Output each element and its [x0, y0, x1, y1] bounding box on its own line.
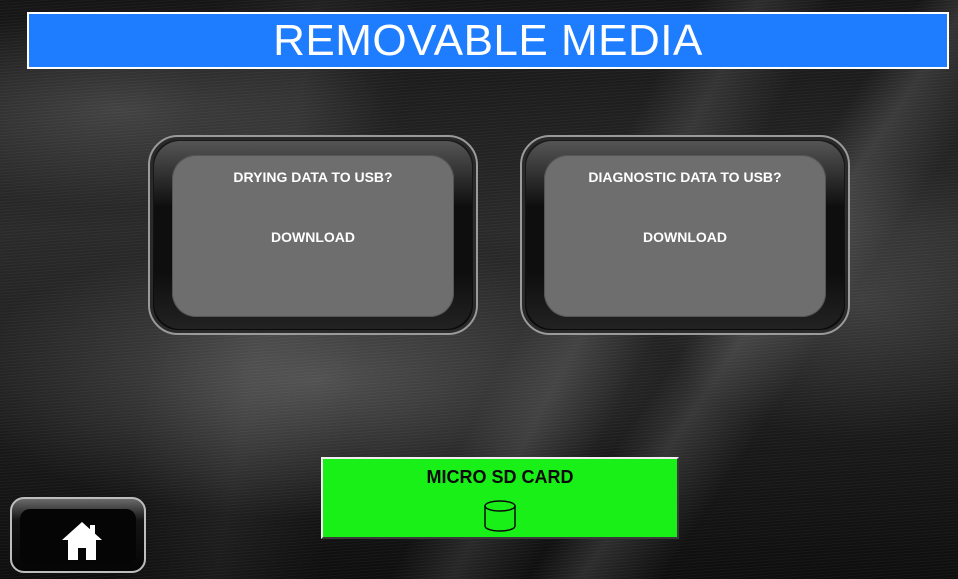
page-title: REMOVABLE MEDIA — [273, 15, 703, 65]
micro-sd-card-button[interactable]: MICRO SD CARD — [321, 457, 679, 539]
drying-data-download-label: DOWNLOAD — [271, 229, 355, 245]
database-icon — [484, 500, 516, 532]
diagnostic-data-button[interactable]: DIAGNOSTIC DATA TO USB? DOWNLOAD — [544, 155, 826, 317]
drying-data-panel[interactable]: DRYING DATA TO USB? DOWNLOAD — [148, 135, 478, 335]
home-button[interactable] — [10, 497, 146, 573]
title-bar: REMOVABLE MEDIA — [27, 12, 949, 69]
diagnostic-data-question: DIAGNOSTIC DATA TO USB? — [588, 169, 782, 185]
diagnostic-data-download-label: DOWNLOAD — [643, 229, 727, 245]
hmi-screen: REMOVABLE MEDIA DRYING DATA TO USB? DOWN… — [0, 0, 958, 579]
drying-data-question: DRYING DATA TO USB? — [233, 169, 393, 185]
drying-data-button[interactable]: DRYING DATA TO USB? DOWNLOAD — [172, 155, 454, 317]
diagnostic-data-panel[interactable]: DIAGNOSTIC DATA TO USB? DOWNLOAD — [520, 135, 850, 335]
home-icon — [62, 522, 102, 560]
micro-sd-card-label: MICRO SD CARD — [426, 467, 574, 487]
